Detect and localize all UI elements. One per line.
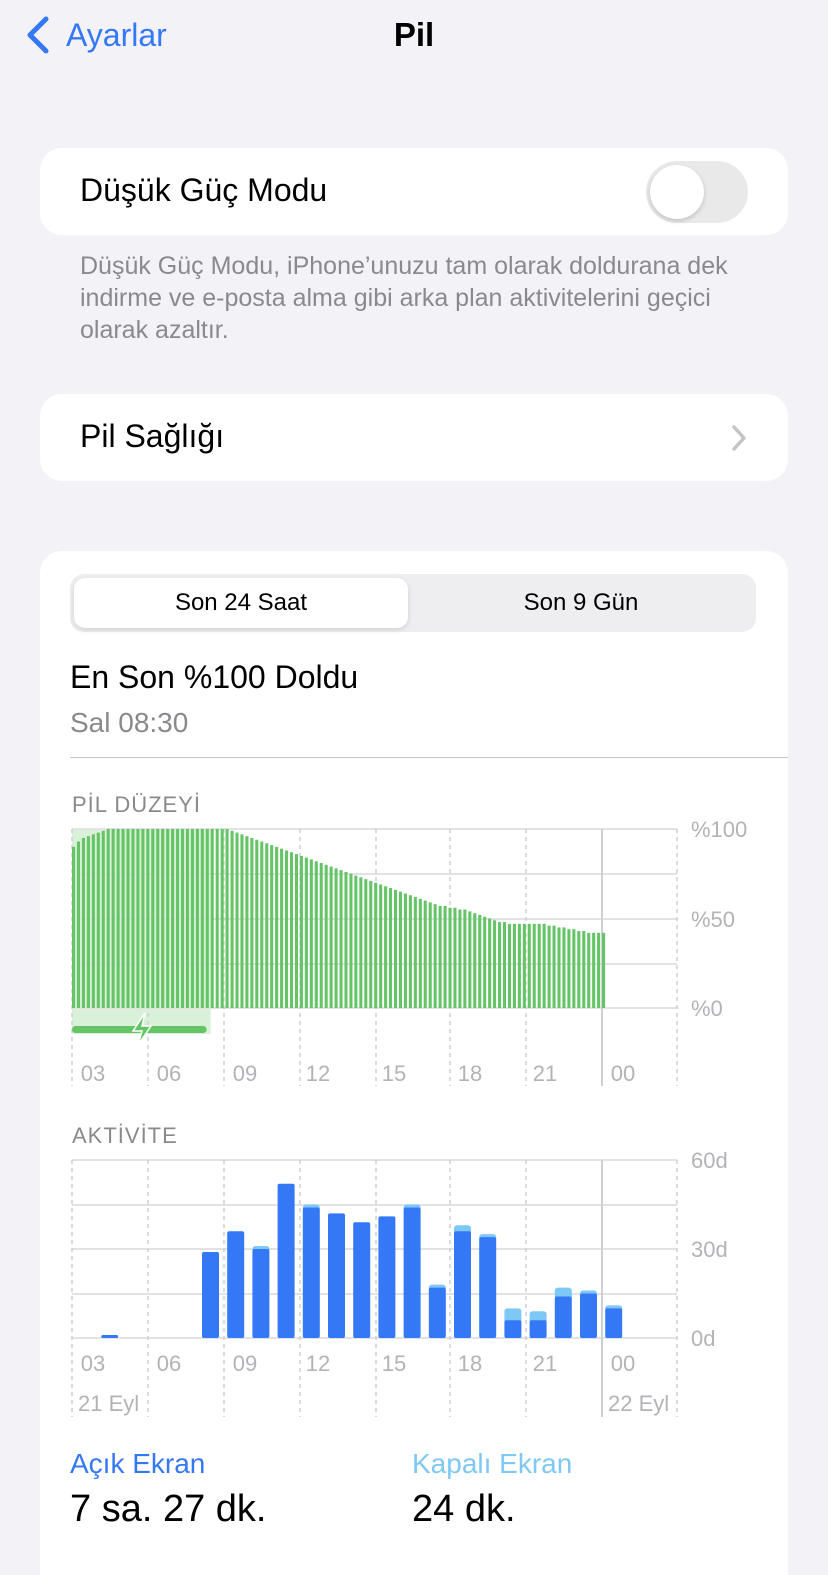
- screen-off-value: 24 dk.: [412, 1488, 516, 1530]
- screen-on-bar: [479, 1237, 497, 1338]
- y-tick-label: 60d: [691, 1148, 728, 1173]
- x-tick-label: 03: [81, 1351, 105, 1376]
- screen-on-bar: [580, 1293, 597, 1338]
- screen-off-label: Kapalı Ekran: [412, 1448, 573, 1479]
- screen-on-bar: [428, 1287, 446, 1338]
- screen-on-bar: [328, 1213, 345, 1338]
- screen-on-bar: [227, 1231, 245, 1338]
- screen-on-label: Açık Ekran: [70, 1448, 206, 1479]
- x-tick-label: 21: [533, 1351, 557, 1376]
- screen-on-bar: [277, 1183, 295, 1338]
- x-tick-label: 12: [306, 1351, 330, 1376]
- x-tick-label: 15: [382, 1351, 406, 1376]
- screen-on-bar: [529, 1320, 547, 1338]
- activity-chart: 60d 30d 0d 03 06 09 12 15 18 21 00 21 Eyl 22 Eyl: [71, 1148, 728, 1417]
- y-tick-label: 30d: [691, 1237, 728, 1262]
- x-tick-label: 09: [233, 1351, 257, 1376]
- screen-on-bar: [252, 1249, 270, 1338]
- x-tick-label: 18: [458, 1351, 482, 1376]
- screen-on-bar: [504, 1320, 522, 1338]
- x-tick-label: 00: [611, 1351, 635, 1376]
- screen-on-bar: [554, 1296, 572, 1338]
- screen-on-bar: [378, 1216, 396, 1338]
- screen-on-bar: [353, 1222, 371, 1338]
- screen-on-bar: [202, 1251, 219, 1338]
- screen-on-bar: [302, 1207, 320, 1338]
- screen-on-value: 7 sa. 27 dk.: [70, 1488, 267, 1530]
- screen-on-bar: [605, 1308, 623, 1338]
- date-label-end: 22 Eyl: [608, 1391, 669, 1416]
- screen-on-bar: [101, 1335, 119, 1338]
- date-label-start: 21 Eyl: [78, 1391, 139, 1416]
- screen-on-bar: [454, 1231, 471, 1338]
- y-tick-label: 0d: [691, 1326, 715, 1351]
- screen-on-bar: [403, 1207, 421, 1338]
- x-tick-label: 06: [157, 1351, 181, 1376]
